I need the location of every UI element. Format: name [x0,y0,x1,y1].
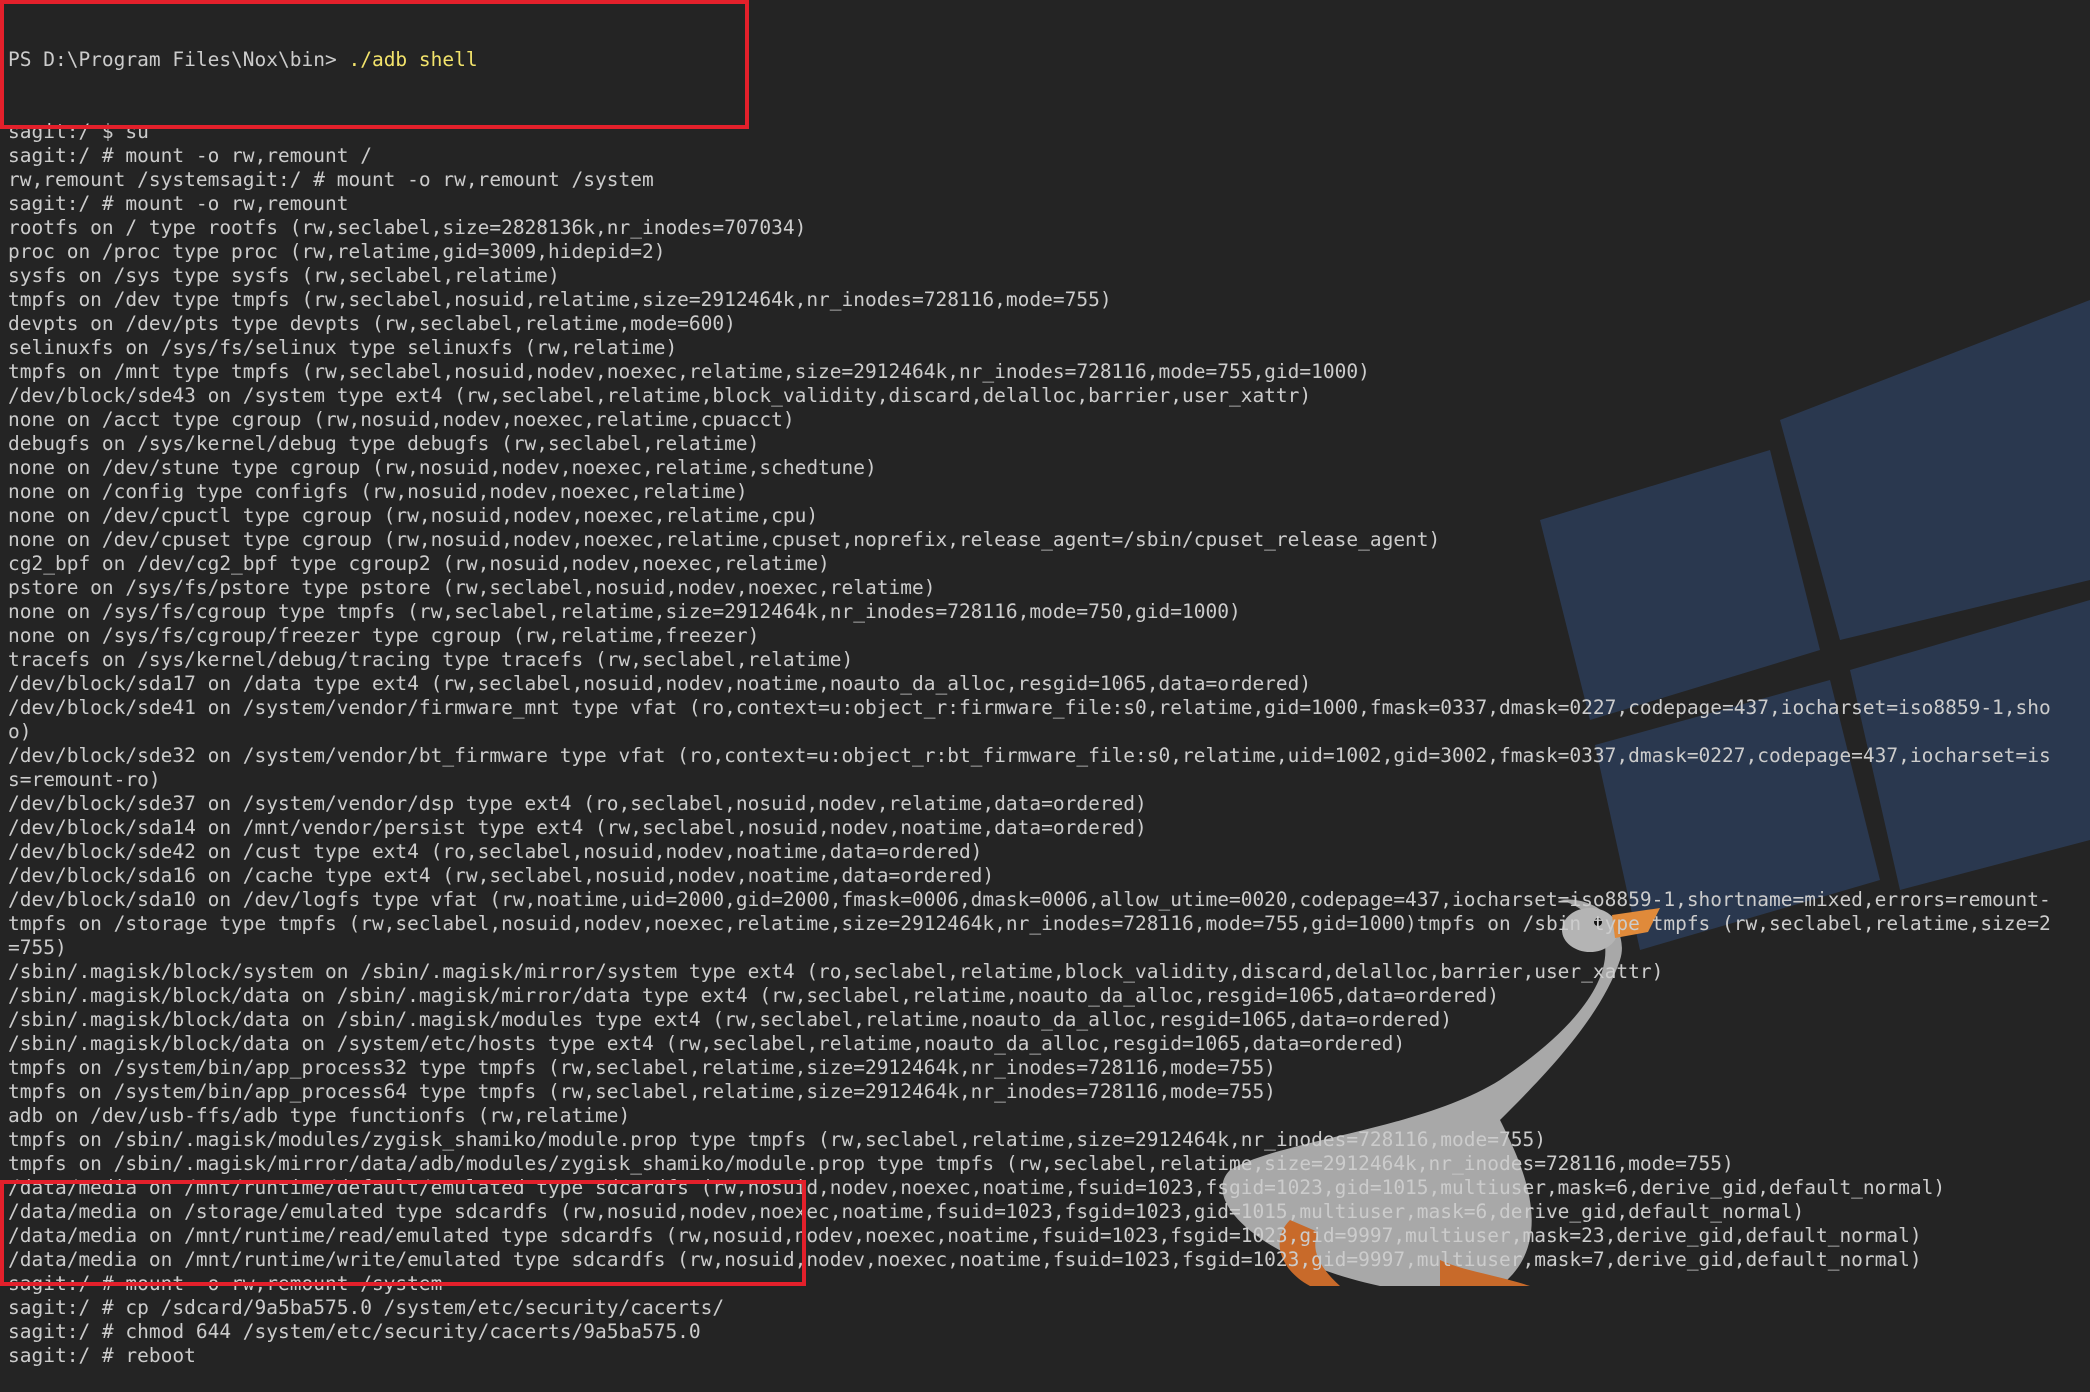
terminal-line: tmpfs on /storage type tmpfs (rw,seclabe… [8,912,2051,935]
terminal-line: /sbin/.magisk/block/data on /system/etc/… [8,1032,1406,1055]
terminal-line: selinuxfs on /sys/fs/selinux type selinu… [8,336,678,359]
terminal-line: o) [8,720,32,743]
terminal-line: sagit:/ # mount -o rw,remount / [8,144,372,167]
terminal-line: /sbin/.magisk/block/data on /sbin/.magis… [8,1008,1453,1031]
terminal-line: /dev/block/sda16 on /cache type ext4 (rw… [8,864,995,887]
terminal-line: tmpfs on /mnt type tmpfs (rw,seclabel,no… [8,360,1370,383]
terminal-line: none on /dev/stune type cgroup (rw,nosui… [8,456,877,479]
terminal-line: /sbin/.magisk/block/system on /sbin/.mag… [8,960,1664,983]
terminal-line: /dev/block/sde42 on /cust type ext4 (ro,… [8,840,983,863]
terminal-line: /dev/block/sda14 on /mnt/vendor/persist … [8,816,1147,839]
highlight-box-install-cert-commands [0,1180,806,1286]
highlight-box-remount-commands [0,0,749,129]
terminal-line: sagit:/ # reboot [8,1344,196,1367]
terminal-line: none on /dev/cpuset type cgroup (rw,nosu… [8,528,1441,551]
terminal-line: /sbin/.magisk/block/data on /sbin/.magis… [8,984,1499,1007]
terminal-line: =755) [8,936,67,959]
terminal-line: none on /sys/fs/cgroup type tmpfs (rw,se… [8,600,1241,623]
terminal-line: sagit:/ # mount -o rw,remount [8,192,349,215]
terminal-line: tmpfs on /sbin/.magisk/mirror/data/adb/m… [8,1152,1734,1175]
terminal-line: none on /config type configfs (rw,nosuid… [8,480,748,503]
terminal-line: sysfs on /sys type sysfs (rw,seclabel,re… [8,264,560,287]
terminal-line: tracefs on /sys/kernel/debug/tracing typ… [8,648,854,671]
terminal-line: sagit:/ # chmod 644 /system/etc/security… [8,1320,701,1343]
terminal-line: devpts on /dev/pts type devpts (rw,secla… [8,312,736,335]
terminal-line: tmpfs on /dev type tmpfs (rw,seclabel,no… [8,288,1112,311]
terminal-line: debugfs on /sys/kernel/debug type debugf… [8,432,760,455]
terminal-line: /dev/block/sda17 on /data type ext4 (rw,… [8,672,1312,695]
terminal-line: /dev/block/sde43 on /system type ext4 (r… [8,384,1312,407]
terminal-line: none on /dev/cpuctl type cgroup (rw,nosu… [8,504,819,527]
terminal-line: s=remount-ro) [8,768,161,791]
terminal-line: /dev/block/sde32 on /system/vendor/bt_fi… [8,744,2051,767]
terminal-line: rw,remount /systemsagit:/ # mount -o rw,… [8,168,654,191]
terminal-line: rootfs on / type rootfs (rw,seclabel,siz… [8,216,807,239]
terminal-line: proc on /proc type proc (rw,relatime,gid… [8,240,666,263]
terminal-line: /dev/block/sda10 on /dev/logfs type vfat… [8,888,2051,911]
terminal-line: /dev/block/sde37 on /system/vendor/dsp t… [8,792,1147,815]
terminal-line: /dev/block/sde41 on /system/vendor/firmw… [8,696,2051,719]
terminal-line: none on /acct type cgroup (rw,nosuid,nod… [8,408,795,431]
terminal-line: adb on /dev/usb-ffs/adb type functionfs … [8,1104,631,1127]
terminal-line: tmpfs on /system/bin/app_process64 type … [8,1080,1276,1103]
terminal-line: tmpfs on /sbin/.magisk/modules/zygisk_sh… [8,1128,1546,1151]
terminal-line: none on /sys/fs/cgroup/freezer type cgro… [8,624,760,647]
terminal-line: sagit:/ # cp /sdcard/9a5ba575.0 /system/… [8,1296,725,1319]
terminal-line: cg2_bpf on /dev/cg2_bpf type cgroup2 (rw… [8,552,830,575]
terminal-line: pstore on /sys/fs/pstore type pstore (rw… [8,576,936,599]
terminal-line: tmpfs on /system/bin/app_process32 type … [8,1056,1276,1079]
